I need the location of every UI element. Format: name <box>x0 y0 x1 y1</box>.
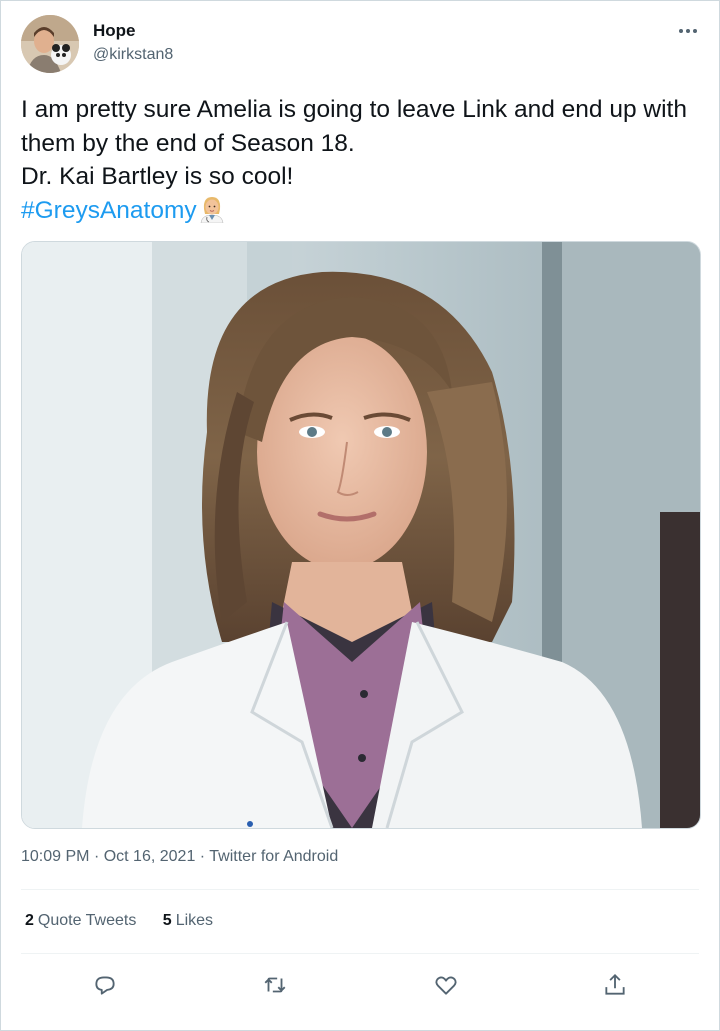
share-icon <box>605 973 625 995</box>
share-button[interactable] <box>593 963 637 1007</box>
avatar[interactable] <box>21 15 79 73</box>
tweet-date-link[interactable]: Oct 16, 2021 <box>104 848 196 865</box>
display-name[interactable]: Hope <box>93 21 136 41</box>
woman-health-worker-emoji-icon <box>199 195 225 233</box>
tweet-metadata: 10:09 PM · Oct 16, 2021 · Twitter for An… <box>21 848 338 866</box>
quote-tweets-count: 2 <box>25 912 34 929</box>
hashtag-link[interactable]: #GreysAnatomy <box>21 197 197 224</box>
more-icon <box>679 29 697 33</box>
reply-icon <box>95 976 115 995</box>
reply-button[interactable] <box>83 963 127 1007</box>
retweet-button[interactable] <box>253 963 297 1007</box>
quote-tweets-label: Quote Tweets <box>37 912 137 929</box>
tweet-card: Hope @kirkstan8 I am pretty sure Amelia … <box>0 0 720 1031</box>
tweet-time-link[interactable]: 10:09 PM <box>21 848 89 865</box>
tweet-actions-bar <box>1 963 720 1007</box>
divider <box>21 953 699 954</box>
tweet-text-line: I am pretty sure Amelia is going to leav… <box>21 96 687 157</box>
more-options-button[interactable] <box>669 19 705 43</box>
tweet-source-link[interactable]: Twitter for Android <box>209 848 338 865</box>
likes-stat[interactable]: 5 Likes <box>163 912 213 929</box>
like-button[interactable] <box>424 963 468 1007</box>
tweet-text: I am pretty sure Amelia is going to leav… <box>21 93 701 232</box>
avatar-photo <box>21 15 79 73</box>
tweet-stats: 2 Quote Tweets 5 Likes <box>25 912 235 930</box>
like-icon <box>435 976 457 995</box>
doctor-portrait-image <box>22 242 700 828</box>
divider <box>21 889 699 890</box>
tweet-photo[interactable] <box>21 241 701 829</box>
likes-label: Likes <box>175 912 214 929</box>
quote-tweets-stat[interactable]: 2 Quote Tweets <box>25 912 136 929</box>
meta-separator: · <box>93 848 100 865</box>
likes-count: 5 <box>162 912 172 929</box>
meta-separator: · <box>199 848 206 865</box>
hashtag-line: #GreysAnatomy <box>21 194 701 233</box>
user-handle[interactable]: @kirkstan8 <box>93 46 173 64</box>
tweet-text-line: Dr. Kai Bartley is so cool! <box>21 163 294 190</box>
retweet-icon <box>264 977 286 993</box>
